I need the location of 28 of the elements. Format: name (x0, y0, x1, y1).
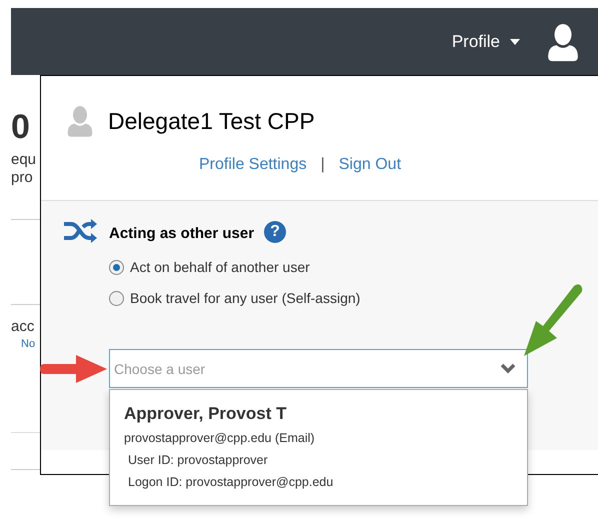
radio-label: Act on behalf of another user (130, 258, 310, 277)
section-title: Acting as other user (109, 224, 254, 244)
chevron-down-icon[interactable] (500, 363, 516, 374)
result-item[interactable]: Approver, Provost T provostapprover@cpp.edu (Email) User ID: provostapprover Logon ID: provostapprover@cpp.edu (110, 390, 527, 492)
profile-settings-link[interactable]: Profile Settings (198, 152, 307, 176)
result-user-id: User ID: provostapprover (127, 452, 269, 469)
result-email: provostapprover@cpp.edu (Email) (124, 430, 316, 447)
page-text: acc (11, 319, 34, 334)
radio-button[interactable] (109, 260, 124, 275)
page-text: pro (11, 170, 33, 185)
link[interactable]: No (21, 339, 36, 350)
avatar-icon (546, 22, 580, 62)
page-text: equ (11, 152, 36, 167)
caret-icon (510, 38, 520, 44)
sign-out-link[interactable]: Sign Out (338, 152, 402, 176)
help-button[interactable]: ? (264, 221, 286, 243)
user-avatar-icon (66, 105, 94, 138)
user-field[interactable]: Choose a user (109, 349, 528, 388)
user-name: Delegate1 Test CPP (108, 107, 315, 136)
link-separator: | (320, 154, 325, 174)
profile-menu[interactable]: Profile (452, 28, 520, 54)
shuffle-icon (63, 217, 99, 245)
radio-label: Book travel for any user (Self-assign) (130, 289, 360, 308)
radio-button[interactable] (109, 291, 124, 306)
page-heading: 0 (11, 108, 30, 146)
result-logon-id: Logon ID: provostapprover@cpp.edu (127, 474, 334, 491)
result-name: Approver, Provost T (124, 404, 288, 424)
pointer-arrow (40, 354, 108, 384)
